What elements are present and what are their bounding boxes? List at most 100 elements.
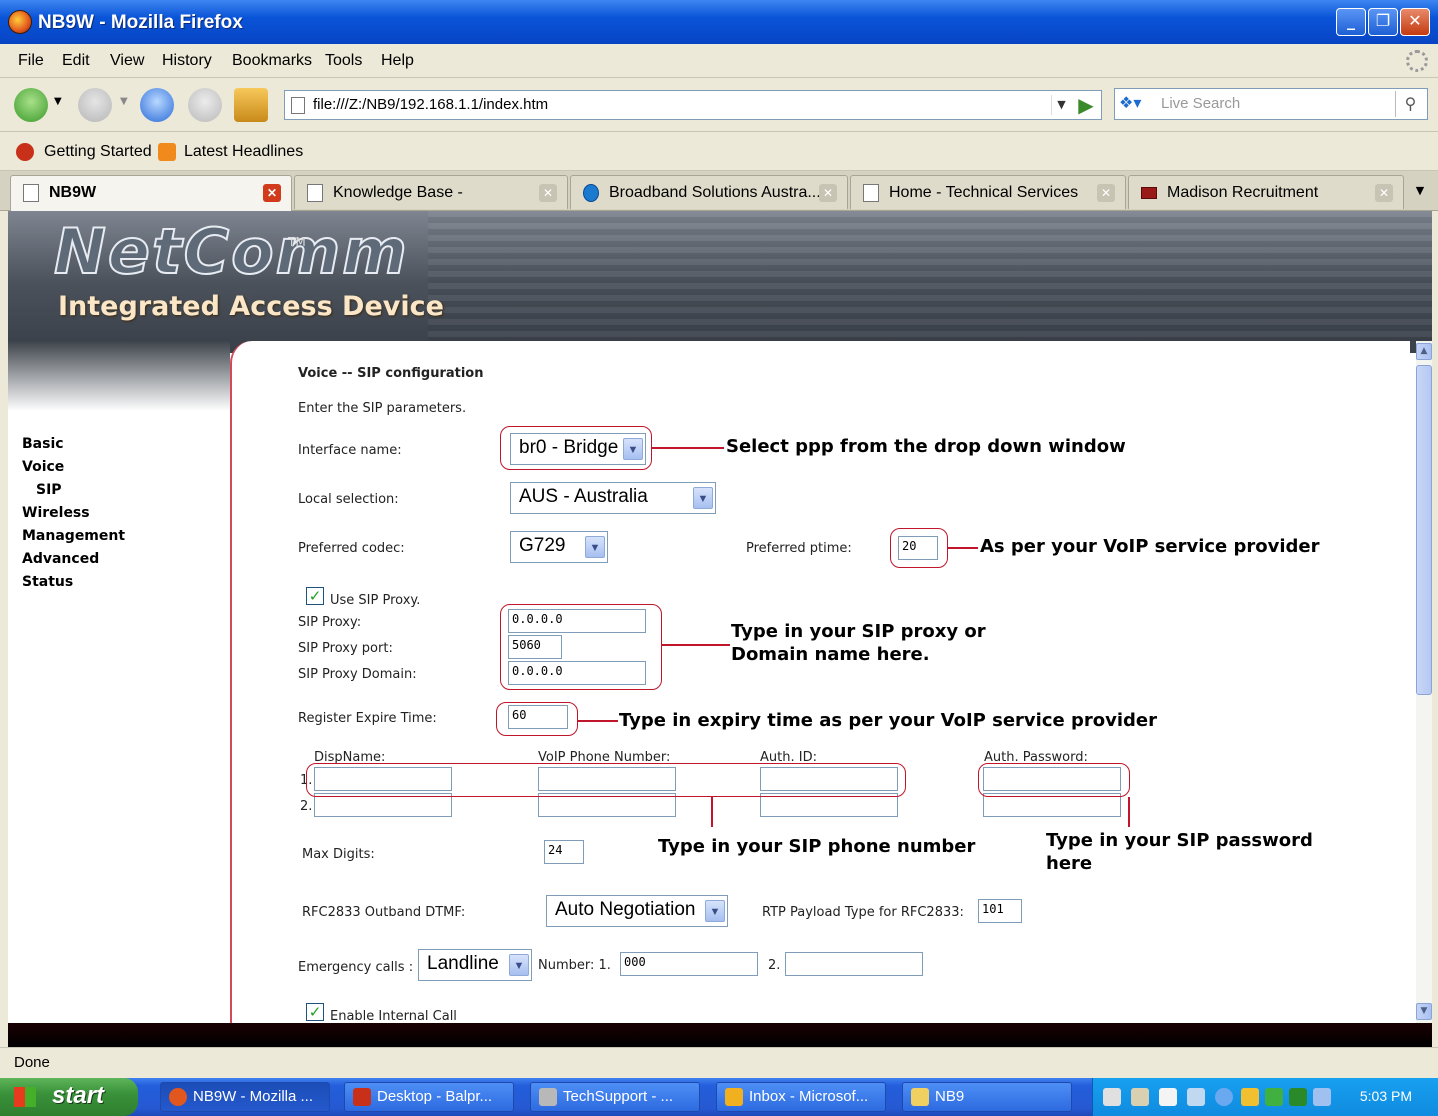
url-dropdown-icon[interactable]: ▼ — [1051, 95, 1071, 115]
tab-bar: NB9W ✕ Knowledge Base - ✕ Broadband Solu… — [0, 171, 1438, 211]
menu-file[interactable]: File — [18, 52, 44, 70]
max-digits-input[interactable]: 24 — [544, 840, 584, 864]
tab-label: Broadband Solutions Austra... — [609, 184, 821, 201]
sidebar-item-management[interactable]: Management — [22, 525, 125, 548]
task-techsupport[interactable]: TechSupport - ... — [530, 1082, 700, 1112]
codec-select[interactable]: G729 ▼ — [510, 531, 608, 563]
reload-icon[interactable] — [140, 88, 174, 122]
close-tab-icon[interactable]: ✕ — [539, 184, 557, 202]
go-icon[interactable]: ▶ — [1075, 93, 1097, 117]
locale-select[interactable]: AUS - Australia ▼ — [510, 482, 716, 514]
menu-help[interactable]: Help — [381, 52, 414, 70]
help-icon[interactable] — [1159, 1088, 1177, 1106]
bookmark-latest-headlines[interactable]: Latest Headlines — [184, 143, 303, 161]
tab-label: Knowledge Base - — [333, 184, 463, 201]
tab-nb9w[interactable]: NB9W ✕ — [10, 175, 292, 211]
ptime-label: Preferred ptime: — [746, 541, 852, 556]
start-button[interactable]: start — [0, 1078, 138, 1116]
emergency-number-label: Number: 1. — [538, 958, 611, 973]
highlight-proxy — [500, 604, 662, 690]
close-tab-icon[interactable]: ✕ — [1375, 184, 1393, 202]
close-button[interactable]: ✕ — [1400, 8, 1430, 36]
scroll-thumb[interactable] — [1416, 365, 1432, 695]
emergency-number-1-input[interactable]: 000 — [620, 952, 758, 976]
bookmark-getting-started[interactable]: Getting Started — [44, 143, 152, 161]
annotation-ptime: As per your VoIP service provider — [980, 536, 1320, 557]
restore-button[interactable]: ❐ — [1368, 8, 1398, 36]
menu-tools[interactable]: Tools — [325, 52, 362, 70]
document-icon — [353, 1088, 371, 1106]
status-text: Done — [14, 1054, 50, 1071]
network-icon[interactable] — [1187, 1088, 1205, 1106]
forward-icon[interactable] — [78, 88, 112, 122]
volume-icon[interactable] — [1313, 1088, 1331, 1106]
search-box[interactable]: ❖▾ Live Search ⚲ — [1114, 88, 1428, 120]
chevron-down-icon[interactable]: ▼ — [693, 487, 713, 509]
sidebar-item-voice[interactable]: Voice — [22, 456, 125, 479]
task-inbox[interactable]: Inbox - Microsof... — [716, 1082, 886, 1112]
use-sip-proxy-checkbox[interactable]: ✓ — [306, 587, 324, 605]
tab-technical-services[interactable]: Home - Technical Services ✕ — [850, 175, 1126, 209]
task-desktop[interactable]: Desktop - Balpr... — [344, 1082, 514, 1112]
back-history-dropdown[interactable]: ▼ — [54, 96, 62, 107]
sidebar-item-status[interactable]: Status — [22, 571, 125, 594]
connector-line — [1128, 797, 1130, 827]
sidebar-item-wireless[interactable]: Wireless — [22, 502, 125, 525]
chevron-down-icon[interactable]: ▼ — [705, 900, 725, 922]
annotation-proxy-line2: Domain name here. — [731, 644, 930, 665]
minimize-button[interactable]: _ — [1336, 8, 1366, 36]
page-icon — [291, 97, 305, 114]
sidebar-item-advanced[interactable]: Advanced — [22, 548, 125, 571]
close-tab-icon[interactable]: ✕ — [819, 184, 837, 202]
rtp-payload-input[interactable]: 101 — [978, 899, 1022, 923]
task-label: Desktop - Balpr... — [377, 1088, 493, 1105]
user-icon[interactable] — [1265, 1088, 1283, 1106]
close-tab-icon[interactable]: ✕ — [1097, 184, 1115, 202]
menu-edit[interactable]: Edit — [62, 52, 90, 70]
enable-internal-call-checkbox[interactable]: ✓ — [306, 1003, 324, 1021]
search-icon[interactable]: ⚲ — [1395, 91, 1425, 117]
emergency-select[interactable]: Landline ▼ — [418, 949, 532, 981]
dtmf-label: RFC2833 Outband DTMF: — [302, 905, 466, 920]
sidebar-item-basic[interactable]: Basic — [22, 433, 125, 456]
url-bar[interactable]: file:///Z:/NB9/192.168.1.1/index.htm ▼ ▶ — [284, 90, 1102, 120]
forward-history-dropdown[interactable]: ▼ — [120, 96, 128, 107]
keyboard-icon[interactable] — [1131, 1088, 1149, 1106]
scroll-up-icon[interactable]: ▲ — [1416, 343, 1432, 360]
url-text[interactable]: file:///Z:/NB9/192.168.1.1/index.htm — [313, 96, 548, 113]
highlight-password — [978, 763, 1130, 797]
task-firefox[interactable]: NB9W - Mozilla ... — [160, 1082, 330, 1112]
menu-bar: File Edit View History Bookmarks Tools H… — [0, 44, 1438, 78]
search-engine-icon[interactable]: ❖▾ — [1119, 93, 1157, 115]
search-input[interactable]: Live Search — [1161, 95, 1240, 112]
dtmf-select[interactable]: Auto Negotiation ▼ — [546, 895, 728, 927]
tab-madison-recruitment[interactable]: Madison Recruitment ✕ — [1128, 175, 1404, 209]
task-label: TechSupport - ... — [563, 1088, 674, 1105]
tab-list-dropdown[interactable]: ▼ — [1406, 174, 1434, 208]
tab-broadband-solutions[interactable]: Broadband Solutions Austra... ✕ — [570, 175, 848, 209]
menu-history[interactable]: History — [162, 52, 212, 70]
chevron-down-icon[interactable]: ▼ — [585, 536, 605, 558]
sidebar-item-sip[interactable]: SIP — [22, 479, 125, 502]
tray-app-icon[interactable] — [1241, 1088, 1259, 1106]
menu-bookmarks[interactable]: Bookmarks — [232, 52, 312, 70]
back-icon[interactable] — [14, 88, 48, 122]
task-nb9[interactable]: NB9 — [902, 1082, 1072, 1112]
expand-tray-icon[interactable] — [1215, 1088, 1233, 1106]
close-tab-icon[interactable]: ✕ — [263, 184, 281, 202]
battery-icon[interactable] — [1289, 1088, 1307, 1106]
emergency-number-2-input[interactable] — [785, 952, 923, 976]
scroll-down-icon[interactable]: ▼ — [1416, 1003, 1432, 1020]
app-icon — [539, 1088, 557, 1106]
chevron-down-icon[interactable]: ▼ — [509, 954, 529, 976]
task-label: NB9W - Mozilla ... — [193, 1088, 314, 1105]
home-icon[interactable] — [234, 88, 268, 122]
vertical-scrollbar[interactable]: ▲ ▼ — [1416, 341, 1432, 1023]
menu-view[interactable]: View — [110, 52, 144, 70]
stop-icon[interactable] — [188, 88, 222, 122]
pen-icon[interactable] — [1103, 1088, 1121, 1106]
annotation-proxy-line1: Type in your SIP proxy or — [731, 621, 986, 642]
tab-knowledge-base[interactable]: Knowledge Base - ✕ — [294, 175, 568, 209]
annotation-expire: Type in expiry time as per your VoIP ser… — [619, 710, 1157, 731]
firefox-icon — [169, 1088, 187, 1106]
